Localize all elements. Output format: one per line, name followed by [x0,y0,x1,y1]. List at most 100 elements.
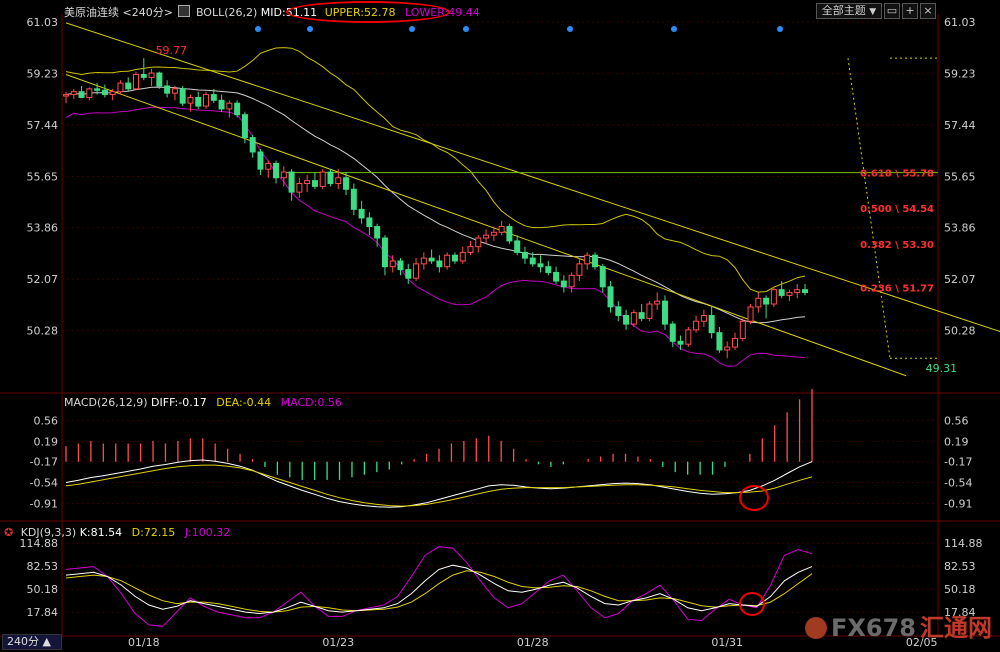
candle-body [125,82,132,90]
candle-body [343,177,350,190]
candle-body [288,171,295,193]
macd-tick-left: 0.19 [34,435,59,448]
candle-body [770,289,777,305]
candle-body [218,99,225,110]
candle-body [514,240,521,253]
date-tick-label: 01/31 [711,636,743,649]
candle-body [265,162,272,170]
chart-canvas: 61.03 61.03 59.23 59.23 57.44 57.44 55.65 55.65… [0,14,1000,649]
theme-select-button[interactable]: 全部主题 ▼ [816,3,882,19]
low-price-label: 49.31 [926,362,958,375]
price-tick-left: 59.23 [27,68,59,81]
event-marker-dot [307,26,313,32]
candle-body [140,74,147,78]
high-price-label: 59.77 [156,44,188,57]
macd-header: MACD(26,12,9) DIFF:-0.17 DEA:-0.44 MACD:… [64,396,342,409]
candle-body [389,260,396,268]
dropdown-icon: ▼ [869,7,877,17]
candle-body [724,346,731,351]
candle-body [374,226,381,239]
candle-body [529,257,536,265]
macd-tick-right: -0.17 [944,456,972,469]
candle-body [731,337,738,348]
candle-body [475,237,482,248]
kdj-j-value: J:100.32 [184,526,231,539]
candle-body [654,300,661,305]
candle-body [599,266,606,288]
candle-body [94,88,101,91]
macd-histogram-value: MACD:0.56 [280,396,342,409]
event-marker-dot [463,26,469,32]
event-marker-dot [255,26,261,32]
price-tick-right: 50.28 [944,324,976,337]
candle-body [693,320,700,331]
candle-body [335,177,342,185]
macd-tick-right: -0.54 [944,477,972,490]
candle-body [646,303,653,319]
macd-dea-value: DEA:-0.44 [216,396,272,409]
period-label[interactable]: <240分> [123,6,173,19]
candle-body [358,208,365,219]
candle-body [249,137,256,153]
kdj-k-value: K:81.54 [79,526,123,539]
channel-upper-line [65,22,1000,333]
kdj-settings-icon[interactable]: ✪ [4,526,13,539]
kdj-tick-right: 50.18 [944,583,976,596]
candle-body [700,314,707,322]
event-marker-dot [567,26,573,32]
kdj-j-line [65,546,813,627]
candle-body [405,269,412,279]
kdj-tick-left: 82.53 [27,560,59,573]
candle-body [148,72,155,78]
logo-cn-text: 汇通网 [920,614,992,642]
watermark-logo: FX678 汇通网 [805,608,992,642]
candle-body [591,254,598,268]
price-tick-left: 50.28 [27,324,59,337]
price-tick-left: 57.44 [27,119,59,132]
candle-body [171,88,178,94]
plus-icon[interactable]: + [902,3,918,19]
candle-body [716,332,723,351]
fib-level-label: 0.382 \ 53.30 [860,240,934,251]
candle-body [630,312,637,325]
candle-body [685,329,692,345]
candle-body [86,88,93,98]
event-marker-dot [777,26,783,32]
candle-body [241,114,248,139]
candle-body [483,234,490,239]
price-tick-left: 53.86 [27,222,59,235]
candle-body [467,246,474,253]
candle-body [553,271,560,282]
kdj-title[interactable]: KDJ(9,3,3) [21,526,77,539]
candle-body [257,151,264,170]
close-icon[interactable]: × [920,3,936,19]
timeframe-button[interactable]: 240分 ▲ [2,634,62,650]
boll-indicator-label[interactable]: BOLL(26,2) [196,6,257,19]
candle-body [420,257,427,265]
candle-body [747,306,754,322]
kdj-header: ✪ KDJ(9,3,3) K:81.54 D:72.15 J:100.32 [4,526,230,539]
candle-body [444,254,451,268]
candle-body [451,254,458,262]
candle-body [63,94,69,97]
candle-body [506,226,513,242]
symbol-name: 美原油连续 [64,6,119,19]
fib-level-label: 0.618 \ 55.78 [860,169,934,180]
candle-body [802,289,808,294]
event-marker-dot [409,26,415,32]
macd-diff-value: DIFF:-0.17 [151,396,207,409]
candle-body [195,96,202,107]
date-tick-label: 01/23 [322,636,354,649]
candle-body [568,274,575,288]
candle-body [350,188,357,210]
candle-body [156,72,163,87]
candle-body [576,263,583,276]
candle-body [521,251,528,259]
window-icon[interactable]: ▭ [884,3,900,19]
candle-body [763,297,770,305]
macd-cross-circle [739,485,769,511]
price-tick-right: 53.86 [944,222,976,235]
candle-body [226,102,233,110]
macd-title[interactable]: MACD(26,12,9) [64,396,148,409]
candle-body [327,171,334,185]
